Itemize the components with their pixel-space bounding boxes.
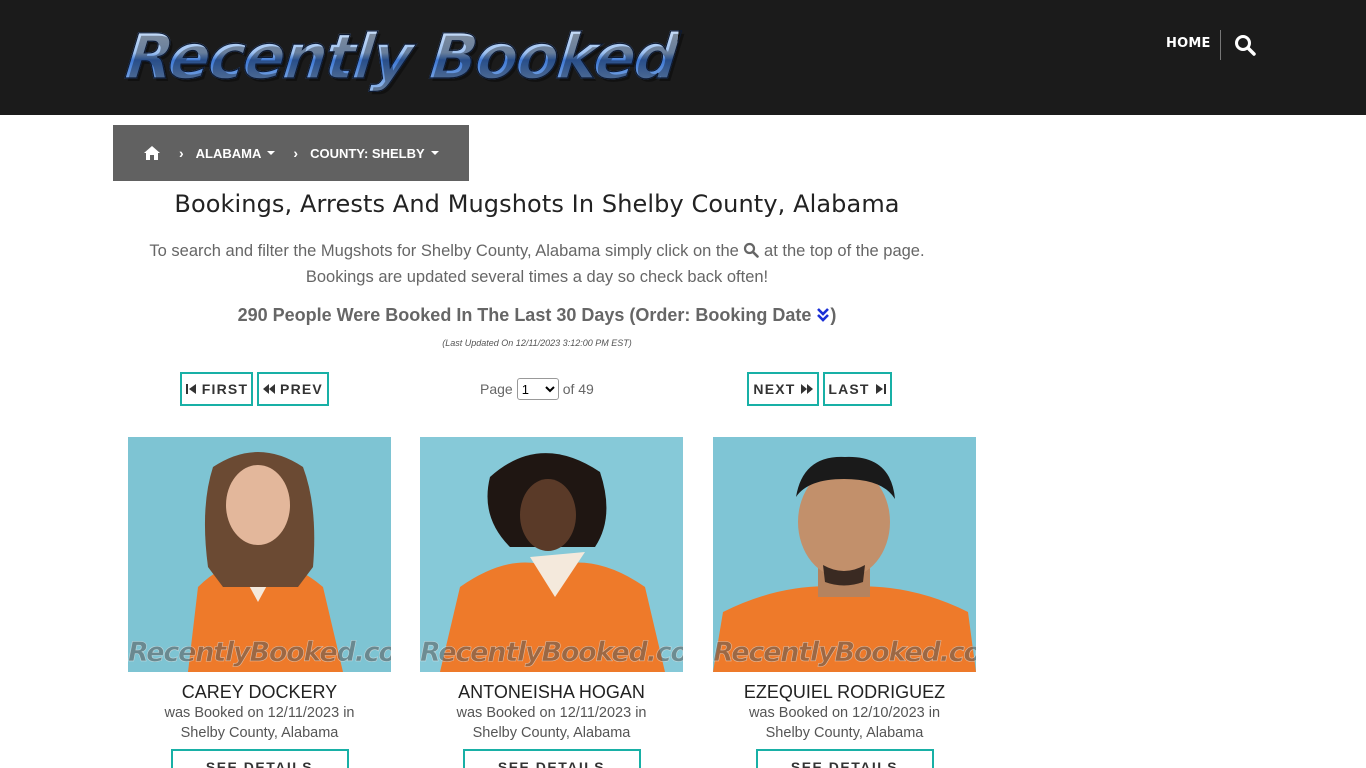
- mugshot-image[interactable]: RecentlyBooked.com: [420, 437, 683, 672]
- intro-line2: Bookings are updated several times a day…: [305, 268, 769, 286]
- page-total-label: of 49: [562, 381, 594, 397]
- step-backward-icon: [185, 384, 196, 394]
- first-page-button[interactable]: FIRST: [180, 372, 253, 406]
- see-details-button[interactable]: SEE DETAILS: [170, 749, 349, 768]
- caret-down-icon: [430, 151, 439, 155]
- step-forward-icon: [875, 384, 886, 394]
- sort-descending-icon[interactable]: [816, 307, 830, 323]
- booking-location-line: Shelby County, Alabama: [472, 725, 631, 741]
- search-icon: [743, 240, 760, 258]
- breadcrumb-county-label: COUNTY: SHELBY: [310, 145, 425, 161]
- chevron-right-icon: ›: [179, 145, 184, 161]
- nav-home-link[interactable]: HOME: [1166, 36, 1211, 51]
- chevron-right-icon: ›: [293, 145, 299, 161]
- logo-text: Recently Booked: [122, 19, 681, 93]
- next-label: NEXT: [753, 381, 796, 397]
- intro-text: To search and filter the Mugshots for Sh…: [113, 238, 961, 290]
- mugshot-image[interactable]: RecentlyBooked.com: [128, 437, 391, 672]
- booking-location-line: Shelby County, Alabama: [765, 725, 924, 741]
- search-icon[interactable]: [1234, 34, 1256, 56]
- page-title: Bookings, Arrests And Mugshots In Shelby…: [174, 190, 900, 218]
- booking-card[interactable]: RecentlyBooked.com EZEQUIEL RODRIGUEZ wa…: [713, 437, 976, 768]
- first-label: FIRST: [201, 381, 249, 397]
- last-label: LAST: [828, 381, 870, 397]
- prev-label: PREV: [280, 381, 323, 397]
- booking-card[interactable]: RecentlyBooked.com CAREY DOCKERY was Boo…: [128, 437, 391, 768]
- page-label: Page: [480, 381, 513, 397]
- booking-card[interactable]: RecentlyBooked.com ANTONEISHA HOGAN was …: [420, 437, 683, 768]
- booking-date-line: was Booked on 12/11/2023 in: [164, 705, 355, 721]
- inmate-name[interactable]: CAREY DOCKERY: [128, 682, 391, 703]
- booking-count-close: ): [830, 305, 837, 325]
- site-logo[interactable]: Recently Booked: [122, 18, 681, 94]
- booking-date-line: was Booked on 12/10/2023 in: [748, 705, 941, 721]
- see-details-button[interactable]: SEE DETAILS: [755, 749, 934, 768]
- home-icon[interactable]: [143, 145, 161, 161]
- inmate-name[interactable]: EZEQUIEL RODRIGUEZ: [713, 682, 976, 703]
- last-updated-text: (Last Updated On 12/11/2023 3:12:00 PM E…: [442, 338, 632, 348]
- page-indicator: Page 1 of 49: [480, 378, 594, 400]
- booking-count-text: 290 People Were Booked In The Last 30 Da…: [237, 305, 812, 325]
- breadcrumb-state-label: ALABAMA: [195, 145, 262, 161]
- booking-date-line: was Booked on 12/11/2023 in: [456, 705, 647, 721]
- nav-divider: [1220, 30, 1221, 60]
- site-header: Recently Booked HOME: [0, 0, 1366, 115]
- breadcrumb: › ALABAMA › COUNTY: SHELBY: [113, 125, 469, 181]
- caret-down-icon: [267, 151, 276, 155]
- prev-page-button[interactable]: PREV: [257, 372, 329, 406]
- booking-info: was Booked on 12/11/2023 in Shelby Count…: [128, 703, 391, 743]
- page-select[interactable]: 1: [516, 378, 559, 400]
- see-details-button[interactable]: SEE DETAILS: [462, 749, 641, 768]
- backward-icon: [263, 384, 276, 394]
- watermark: RecentlyBooked.com: [713, 637, 976, 669]
- watermark: RecentlyBooked.com: [420, 637, 683, 669]
- intro-part2: at the top of the page.: [764, 242, 925, 260]
- next-page-button[interactable]: NEXT: [747, 372, 819, 406]
- last-page-button[interactable]: LAST: [823, 372, 892, 406]
- forward-icon: [800, 384, 813, 394]
- booking-location-line: Shelby County, Alabama: [180, 725, 339, 741]
- breadcrumb-state-dropdown[interactable]: ALABAMA: [196, 146, 276, 161]
- booking-info: was Booked on 12/11/2023 in Shelby Count…: [420, 703, 683, 743]
- breadcrumb-county-dropdown[interactable]: COUNTY: SHELBY: [310, 146, 439, 161]
- intro-part1: To search and filter the Mugshots for Sh…: [149, 242, 739, 260]
- booking-info: was Booked on 12/10/2023 in Shelby Count…: [713, 703, 976, 743]
- inmate-name[interactable]: ANTONEISHA HOGAN: [420, 682, 683, 703]
- mugshot-image[interactable]: RecentlyBooked.com: [713, 437, 976, 672]
- watermark: RecentlyBooked.com: [128, 637, 391, 669]
- booking-count-heading: 290 People Were Booked In The Last 30 Da…: [113, 305, 961, 326]
